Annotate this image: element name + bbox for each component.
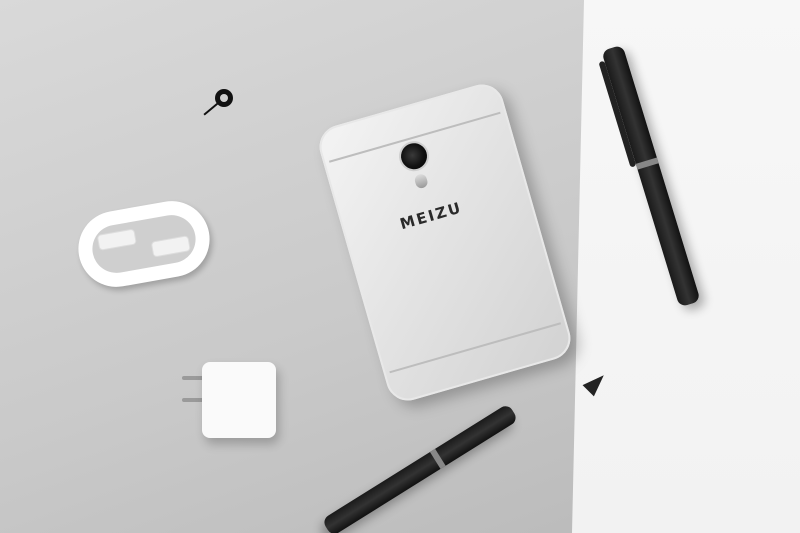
power-adapter [202,362,276,438]
brand-logo: MEIZU [397,198,465,234]
flash-icon [413,172,429,190]
sim-eject-tool [203,89,233,116]
charger-prong [182,376,204,380]
camera-lens-icon [397,140,431,173]
charger-prong [182,398,204,402]
photo-scene: MEIZU [0,0,800,533]
